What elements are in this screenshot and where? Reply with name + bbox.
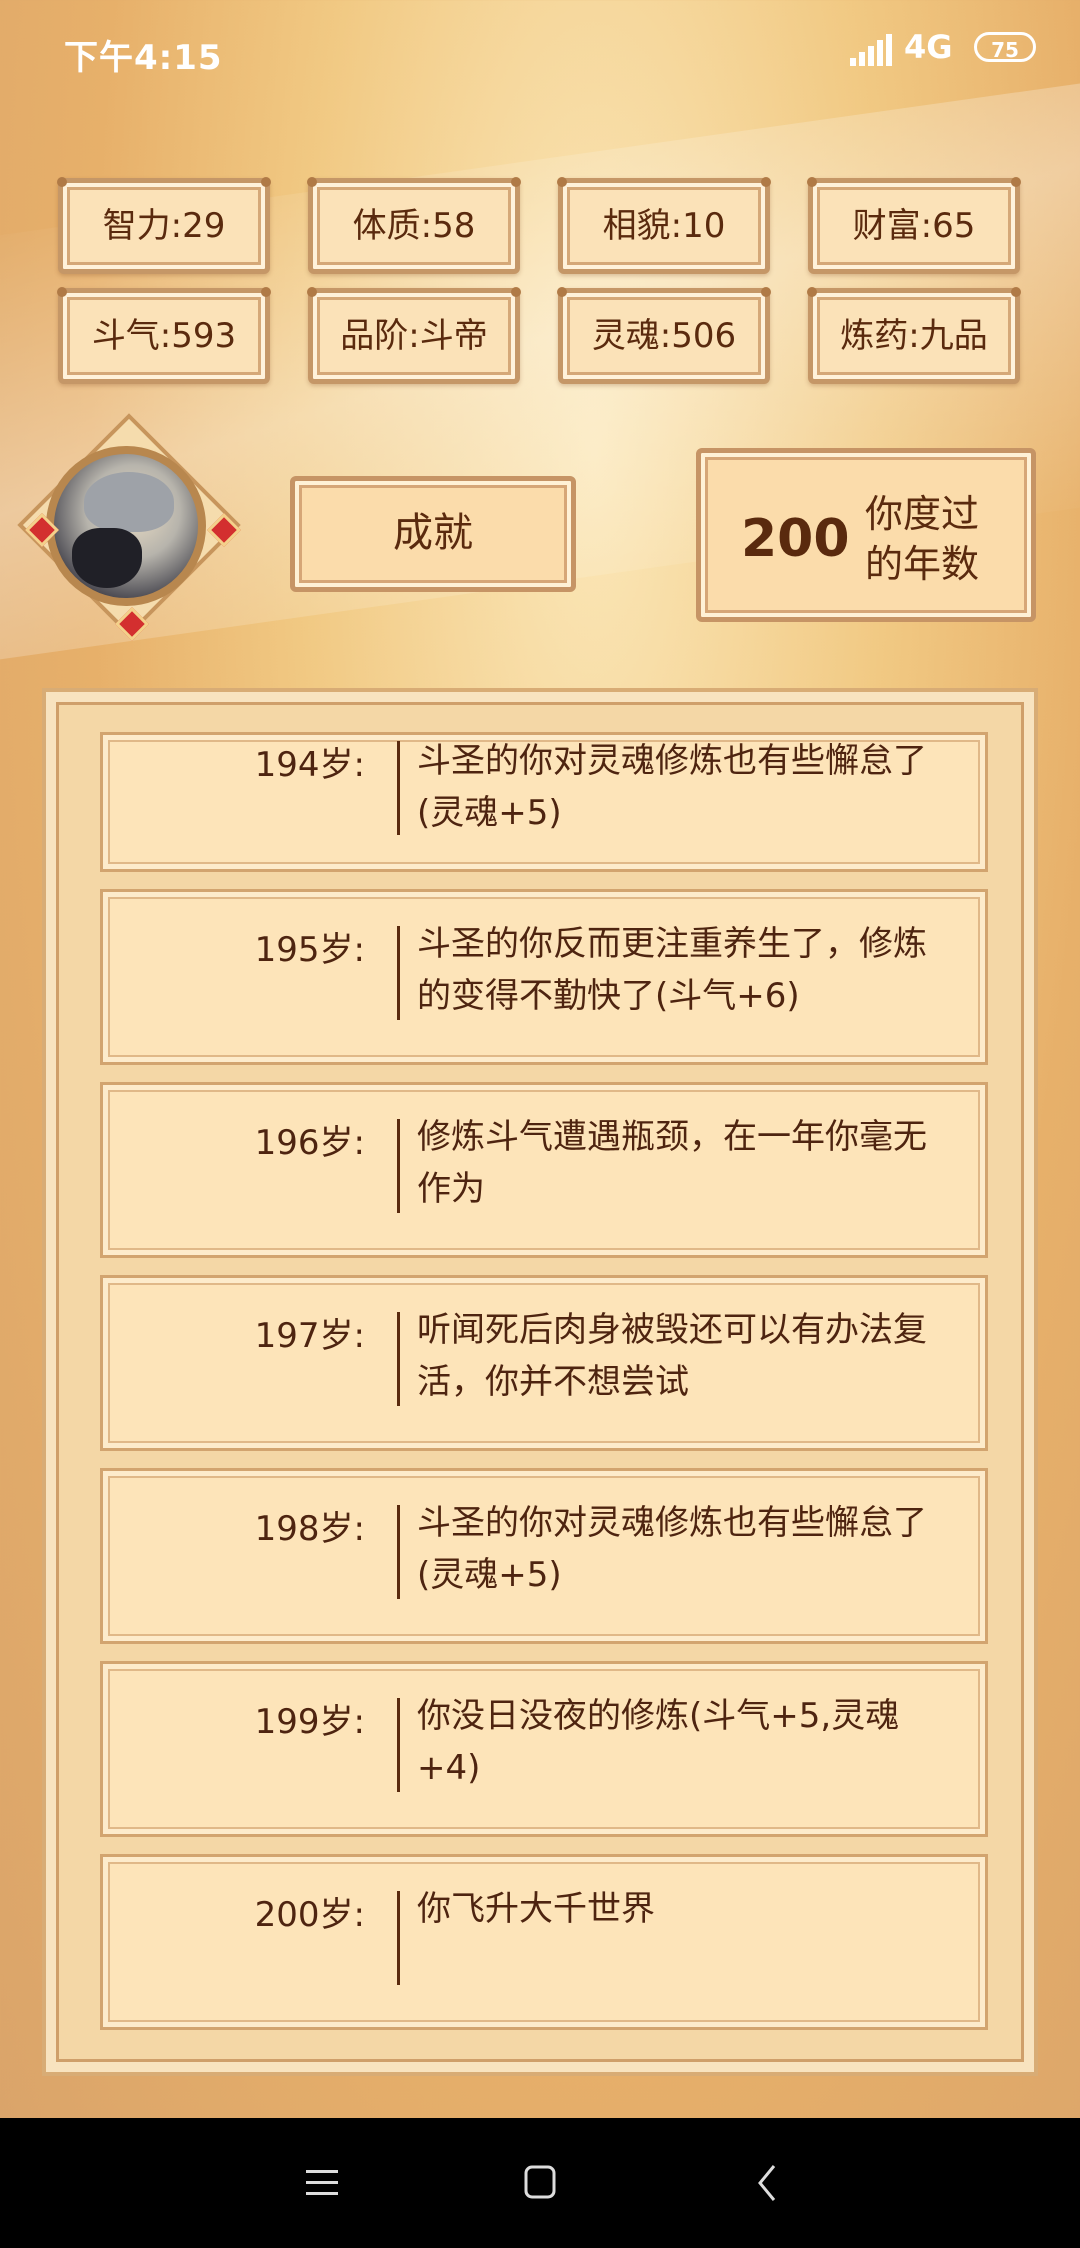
log-text: 你飞升大千世界 bbox=[417, 1889, 655, 1929]
status-bar: 下午4:15 4G 75 bbox=[0, 0, 1080, 96]
log-age: 196岁: bbox=[254, 1123, 365, 1163]
log-text: 修炼斗气遭遇瓶颈，在一年你毫无作为 bbox=[417, 1117, 927, 1209]
log-entry: 198岁: 斗圣的你对灵魂修炼也有些懈怠了(灵魂+5) bbox=[100, 1468, 988, 1644]
log-age: 194岁: bbox=[254, 745, 365, 785]
navigation-bar bbox=[0, 2118, 1080, 2248]
log-age: 197岁: bbox=[254, 1316, 365, 1356]
log-text: 斗圣的你对灵魂修炼也有些懈怠了(灵魂+5) bbox=[417, 1503, 927, 1595]
stat-intelligence: 智力:29 bbox=[57, 177, 271, 274]
log-entry: 196岁: 修炼斗气遭遇瓶颈，在一年你毫无作为 bbox=[100, 1082, 988, 1258]
stat-rank: 品阶:斗帝 bbox=[307, 287, 521, 384]
signal-icon bbox=[850, 34, 892, 66]
years-lived-label: 你度过的年数 bbox=[865, 492, 980, 586]
back-icon[interactable] bbox=[738, 2158, 798, 2208]
log-text: 斗圣的你反而更注重养生了，修炼的变得不勤快了(斗气+6) bbox=[417, 924, 927, 1016]
log-entry: 200岁: 你飞升大千世界 bbox=[100, 1854, 988, 2030]
log-age: 198岁: bbox=[254, 1509, 365, 1549]
avatar bbox=[46, 446, 206, 606]
stat-soul: 灵魂:506 bbox=[557, 287, 771, 384]
status-time: 下午4:15 bbox=[64, 38, 223, 78]
life-log-panel[interactable]: 194岁: 斗圣的你对灵魂修炼也有些懈怠了(灵魂+5) 195岁: 斗圣的你反而… bbox=[42, 688, 1038, 2076]
life-log-list[interactable]: 194岁: 斗圣的你对灵魂修炼也有些懈怠了(灵魂+5) 195岁: 斗圣的你反而… bbox=[100, 732, 988, 2047]
log-age: 199岁: bbox=[254, 1702, 365, 1742]
log-entry: 199岁: 你没日没夜的修炼(斗气+5,灵魂+4) bbox=[100, 1661, 988, 1837]
battery-icon: 75 bbox=[974, 32, 1036, 62]
stat-constitution: 体质:58 bbox=[307, 177, 521, 274]
log-entry: 195岁: 斗圣的你反而更注重养生了，修炼的变得不勤快了(斗气+6) bbox=[100, 889, 988, 1065]
avatar-frame[interactable] bbox=[17, 413, 241, 641]
network-type: 4G bbox=[904, 28, 953, 66]
log-text: 你没日没夜的修炼(斗气+5,灵魂+4) bbox=[417, 1696, 900, 1788]
log-entry: 194岁: 斗圣的你对灵魂修炼也有些懈怠了(灵魂+5) bbox=[100, 732, 988, 872]
achievement-button[interactable]: 成就 bbox=[290, 476, 576, 592]
log-text: 听闻死后肉身被毁还可以有办法复活，你并不想尝试 bbox=[417, 1310, 927, 1402]
home-icon[interactable] bbox=[510, 2158, 570, 2208]
years-lived-value: 200 bbox=[741, 509, 850, 569]
menu-icon[interactable] bbox=[292, 2158, 352, 2208]
stat-alchemy: 炼药:九品 bbox=[807, 287, 1021, 384]
log-age: 200岁: bbox=[254, 1895, 365, 1935]
stats-grid: 智力:29 体质:58 相貌:10 财富:65 斗气:593 品阶:斗帝 灵魂:… bbox=[57, 177, 1022, 386]
log-entry: 197岁: 听闻死后肉身被毁还可以有办法复活，你并不想尝试 bbox=[100, 1275, 988, 1451]
log-age: 195岁: bbox=[254, 930, 365, 970]
years-lived-panel: 200 你度过的年数 bbox=[696, 448, 1036, 622]
stat-douqi: 斗气:593 bbox=[57, 287, 271, 384]
stat-wealth: 财富:65 bbox=[807, 177, 1021, 274]
log-text: 斗圣的你对灵魂修炼也有些懈怠了(灵魂+5) bbox=[417, 741, 927, 833]
stat-appearance: 相貌:10 bbox=[557, 177, 771, 274]
